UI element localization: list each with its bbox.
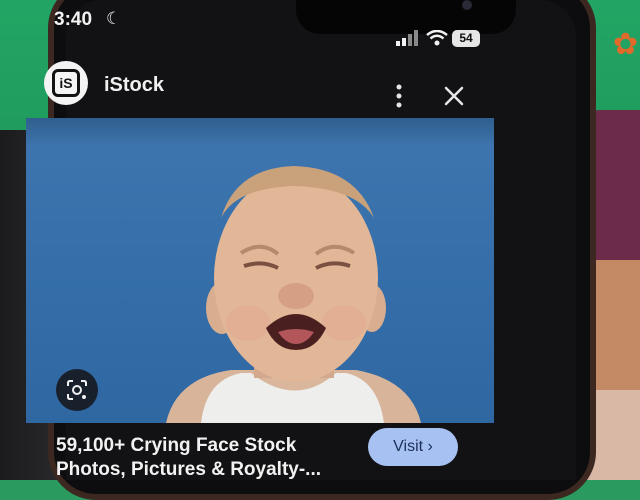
- battery-icon: 54: [452, 30, 480, 47]
- signal-icon: [396, 30, 418, 46]
- moon-icon: ☾: [106, 9, 122, 28]
- close-icon[interactable]: [444, 86, 464, 106]
- istock-logo[interactable]: iS: [44, 61, 88, 105]
- site-name[interactable]: iStock: [104, 74, 164, 97]
- result-title[interactable]: 59,100+ Crying Face Stock Photos, Pictur…: [56, 434, 356, 482]
- status-time: 3:40: [54, 9, 93, 30]
- crying-baby-illustration: [166, 166, 421, 423]
- wifi-icon: [426, 30, 448, 46]
- visit-button[interactable]: Visit ›: [368, 428, 458, 466]
- istock-logo-mark: iS: [52, 69, 80, 97]
- google-lens-button[interactable]: [56, 369, 98, 411]
- front-camera: [462, 0, 472, 10]
- google-lens-icon: [67, 380, 87, 400]
- result-image[interactable]: [26, 118, 494, 423]
- kebab-menu-icon[interactable]: [396, 84, 402, 108]
- background-flower-icon: ✿: [612, 28, 638, 61]
- dynamic-island: [296, 0, 516, 34]
